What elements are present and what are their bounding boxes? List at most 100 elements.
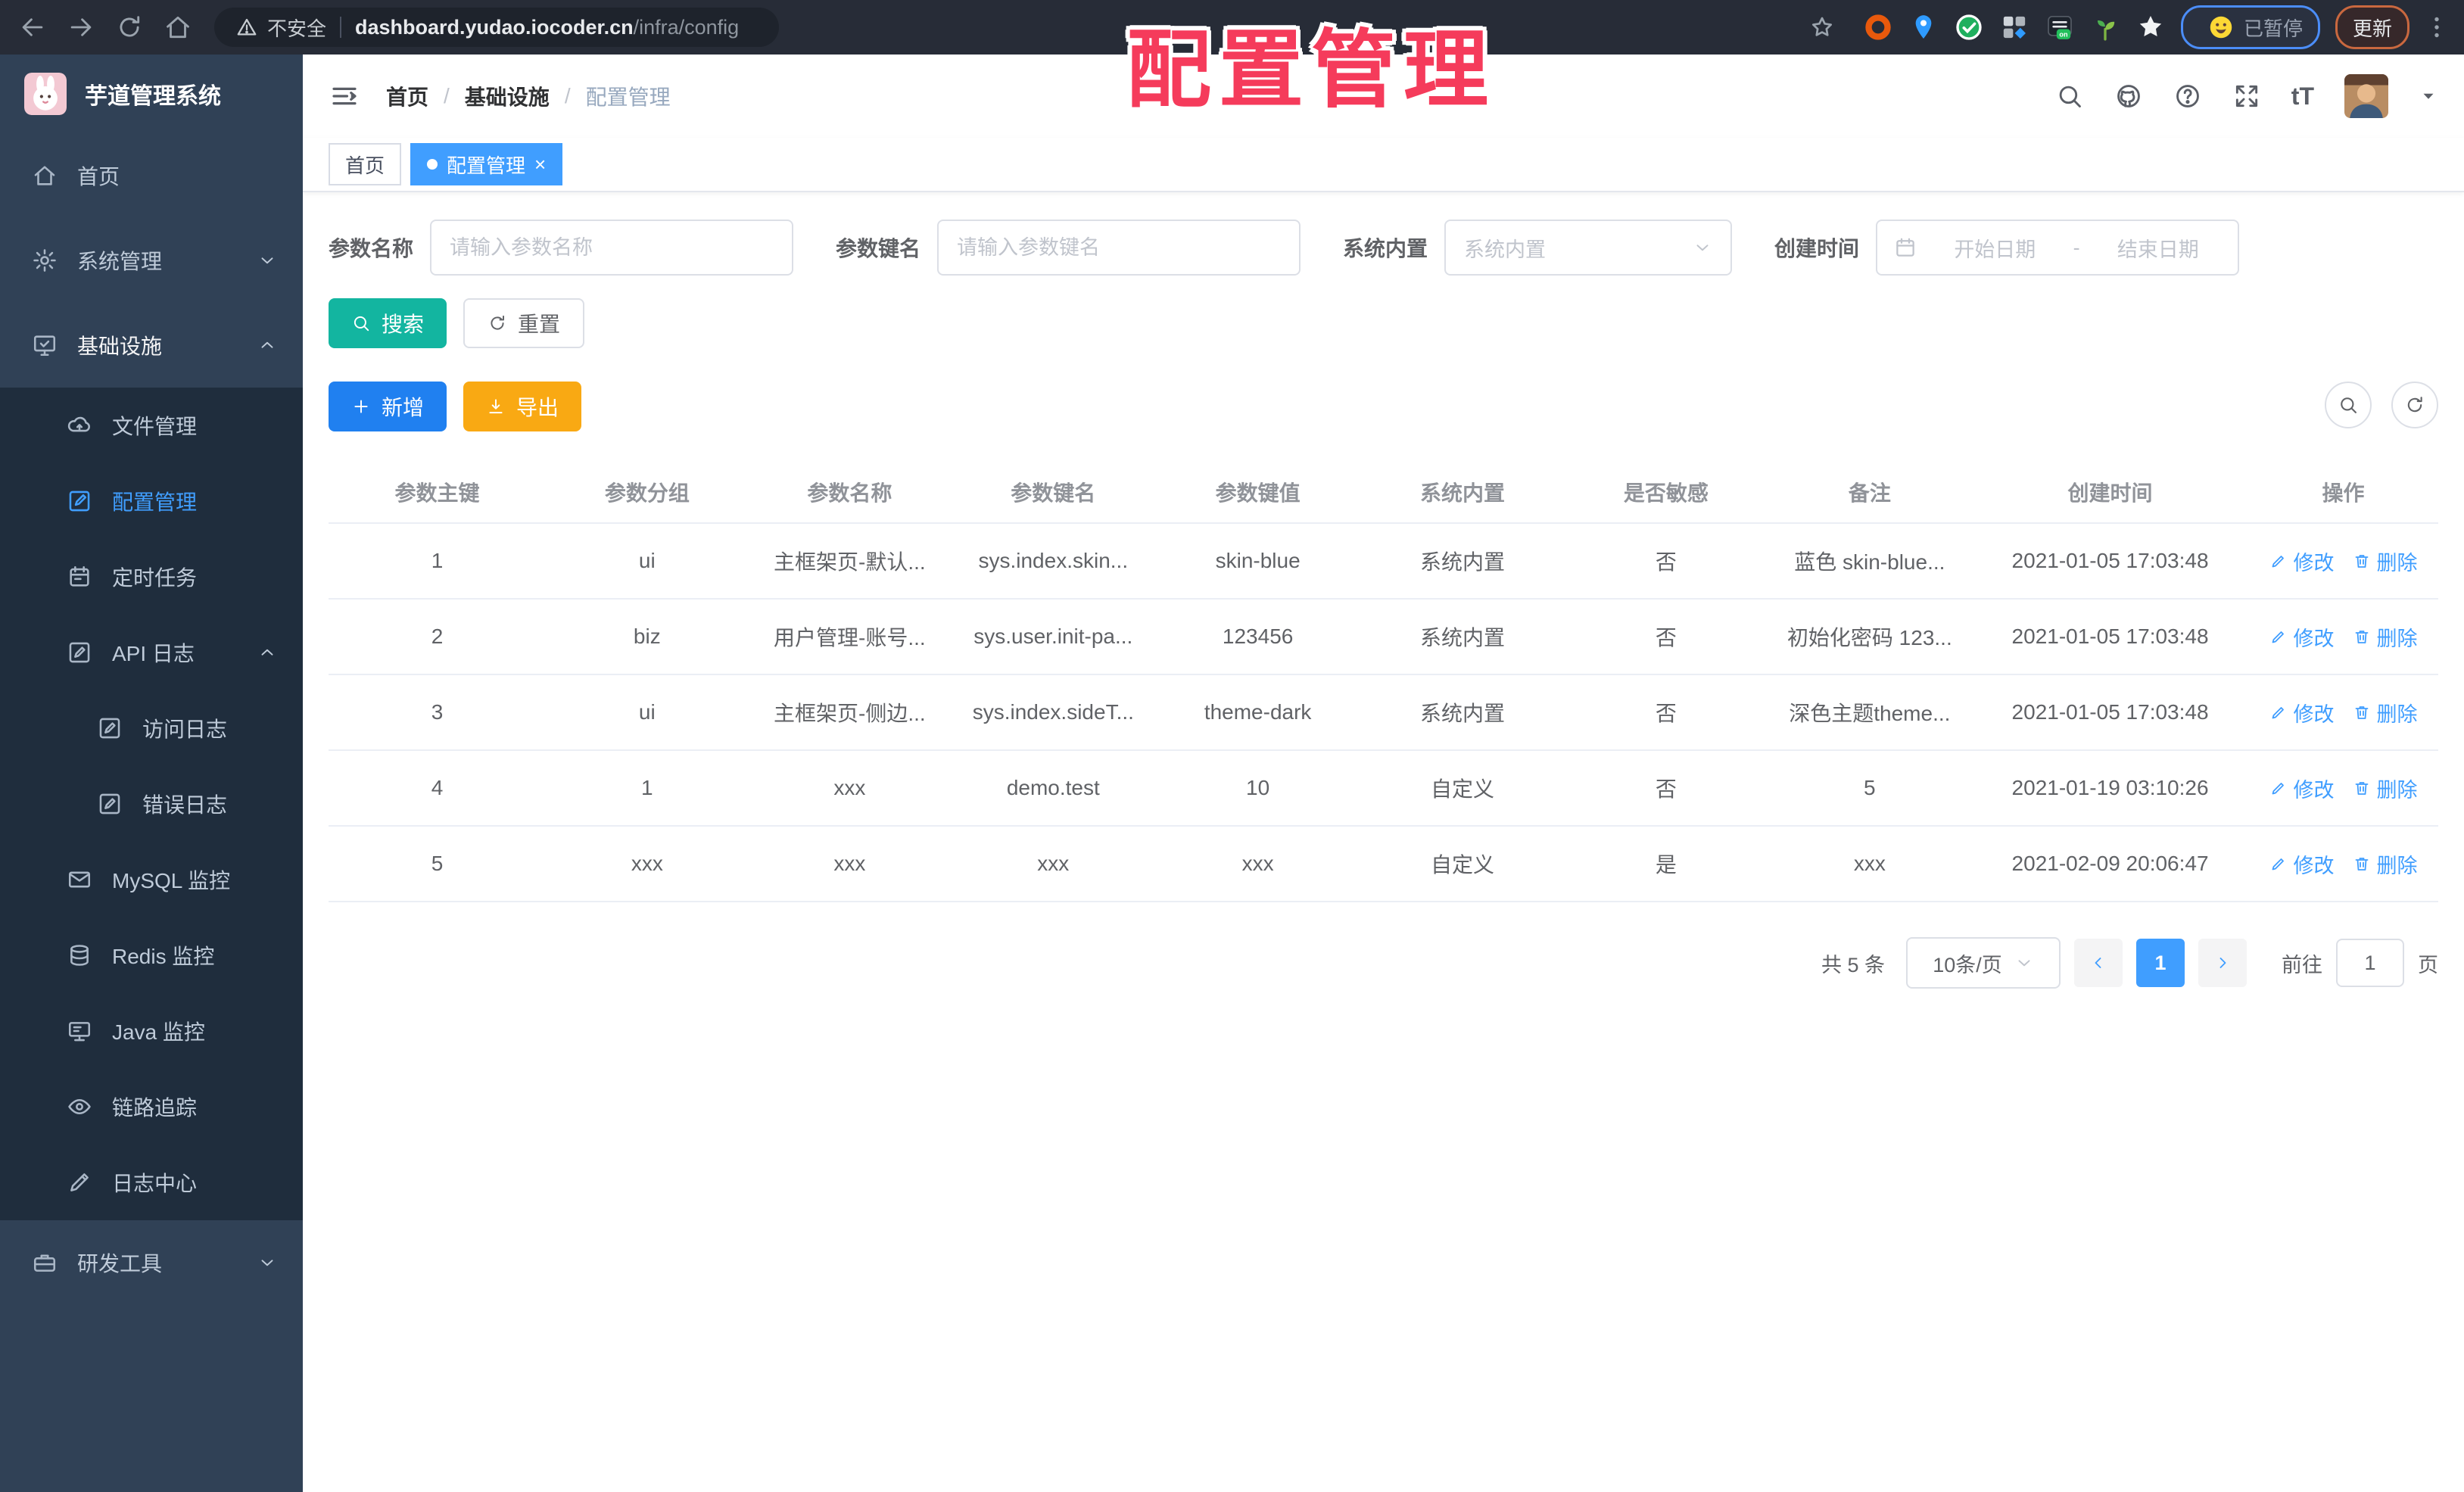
column-header: 参数主键 <box>329 462 547 524</box>
sidebar-item-label: 配置管理 <box>112 491 198 514</box>
table-cell: 主框架页-默认... <box>748 523 952 600</box>
delete-link[interactable]: 删除 <box>2353 547 2418 576</box>
address-bar[interactable]: 不安全 dashboard.yudao.iocoder.cn /infra/co… <box>214 8 779 47</box>
filter-form: 参数名称 参数键名 系统内置 系统内置 创建时间 开始日期 - <box>329 220 2438 276</box>
sidebar-item[interactable]: 链路追踪 <box>0 1069 303 1145</box>
reset-button[interactable]: 重置 <box>463 298 585 348</box>
sidebar-item[interactable]: MySQL 监控 <box>0 842 303 917</box>
table-cell: 初始化密码 123... <box>1767 599 1972 675</box>
table-cell: 蓝色 skin-blue... <box>1767 523 1972 600</box>
table-cell: ui <box>546 523 749 600</box>
browser-back-icon[interactable] <box>18 13 47 42</box>
avatar-caret-down-icon[interactable] <box>2419 86 2438 106</box>
prev-page-button[interactable] <box>2074 939 2123 987</box>
search-icon[interactable] <box>2055 82 2084 111</box>
sidebar-item[interactable]: Redis 监控 <box>0 917 303 993</box>
chevron-down-icon <box>2014 953 2034 973</box>
table-row: 5 xxx xxx xxx xxx 自定义是 xxx 2021-02-09 20:06:47 修… <box>329 826 2438 902</box>
column-header: 系统内置 <box>1360 462 1565 524</box>
sidebar-item[interactable]: 定时任务 <box>0 539 303 615</box>
browser-forward-icon[interactable] <box>67 13 95 42</box>
fullscreen-icon[interactable] <box>2232 82 2261 111</box>
chevron-up-icon <box>257 643 277 662</box>
help-icon[interactable] <box>2173 82 2202 111</box>
sidebar-item[interactable]: 研发工具 <box>0 1220 303 1305</box>
font-size-icon[interactable]: tT <box>2291 84 2314 108</box>
table-cell: xxx <box>748 826 952 902</box>
edit-link[interactable]: 修改 <box>2269 849 2335 879</box>
chevron-left-icon <box>2089 954 2107 972</box>
sidebar-item-label: 文件管理 <box>112 415 198 438</box>
date-separator: - <box>2073 235 2080 259</box>
table-cell: 系统内置 <box>1360 599 1565 675</box>
browser-menu-dots-icon[interactable] <box>2423 14 2450 41</box>
current-page-button[interactable]: 1 <box>2136 939 2185 987</box>
delete-link[interactable]: 删除 <box>2353 622 2418 652</box>
delete-link[interactable]: 删除 <box>2353 849 2418 879</box>
browser-home-icon[interactable] <box>164 13 192 42</box>
edit-link[interactable]: 修改 <box>2269 622 2335 652</box>
extension-white-star-icon[interactable] <box>2135 12 2166 42</box>
date-range-picker[interactable]: 开始日期 - 结束日期 <box>1876 220 2240 276</box>
page-size-select[interactable]: 10条/页 <box>1906 937 2061 989</box>
home-icon <box>32 163 58 188</box>
breadcrumb-item[interactable]: 首页 <box>386 81 428 111</box>
table-cell: 用户管理-账号... <box>748 599 952 675</box>
sidebar-item-label: 链路追踪 <box>112 1096 198 1120</box>
table-cell: xxx <box>748 750 952 827</box>
refresh-table-button[interactable] <box>2391 382 2438 428</box>
paused-extension-badge[interactable]: 已暂停 <box>2180 5 2320 49</box>
export-button[interactable]: 导出 <box>463 382 582 431</box>
next-page-button[interactable] <box>2198 939 2247 987</box>
delete-link[interactable]: 删除 <box>2353 698 2418 727</box>
menu-fold-icon[interactable] <box>329 80 360 112</box>
extension-green-check-icon[interactable] <box>1954 12 1984 42</box>
goto-page-input[interactable] <box>2336 939 2404 987</box>
add-button[interactable]: 新增 <box>329 382 447 431</box>
sidebar-item[interactable]: 日志中心 <box>0 1145 303 1220</box>
tab-item[interactable]: 首页 <box>329 143 402 185</box>
table-cell: 自定义 <box>1360 750 1565 827</box>
delete-link[interactable]: 删除 <box>2353 774 2418 803</box>
url-host: dashboard.yudao.iocoder.cn <box>355 15 634 39</box>
table-cell: 系统内置 <box>1360 523 1565 600</box>
sidebar-item[interactable]: Java 监控 <box>0 993 303 1069</box>
github-icon[interactable] <box>2114 82 2143 111</box>
table-cell: 2021-01-19 03:10:26 <box>1972 750 2249 827</box>
column-header: 参数名称 <box>748 462 952 524</box>
browser-reload-icon[interactable] <box>115 13 144 42</box>
avatar[interactable] <box>2344 74 2388 118</box>
table-cell: sys.index.skin... <box>951 523 1156 600</box>
param-key-input[interactable] <box>937 220 1301 276</box>
sidebar-item[interactable]: 错误日志 <box>0 766 303 842</box>
sidebar-item-label: MySQL 监控 <box>112 869 231 892</box>
search-button[interactable]: 搜索 <box>329 298 447 348</box>
sidebar-item[interactable]: 配置管理 <box>0 463 303 539</box>
toggle-search-button[interactable] <box>2325 382 2372 428</box>
page-suffix: 页 <box>2418 953 2438 976</box>
breadcrumb-item[interactable]: 基础设施 <box>465 81 550 111</box>
edit-link[interactable]: 修改 <box>2269 774 2335 803</box>
close-icon[interactable]: × <box>534 154 546 174</box>
extension-grid-icon[interactable] <box>1999 12 2029 42</box>
param-name-input[interactable] <box>430 220 794 276</box>
extension-orange-ring-icon[interactable] <box>1863 12 1893 42</box>
sidebar-item[interactable]: 文件管理 <box>0 388 303 463</box>
extension-pin-icon[interactable] <box>1908 12 1939 42</box>
tab-active[interactable]: 配置管理 × <box>410 143 563 185</box>
builtin-select[interactable]: 系统内置 <box>1444 220 1733 276</box>
browser-update-button[interactable]: 更新 <box>2335 5 2409 49</box>
sidebar-item[interactable]: 首页 <box>0 133 303 218</box>
url-path: /infra/config <box>633 15 740 39</box>
edit-link[interactable]: 修改 <box>2269 698 2335 727</box>
sidebar-item[interactable]: 基础设施 <box>0 303 303 388</box>
edit-link[interactable]: 修改 <box>2269 547 2335 576</box>
actions-cell: 修改 删除 <box>2248 523 2438 600</box>
extension-list-on-icon[interactable]: on <box>2045 12 2075 42</box>
table-cell: xxx <box>1767 826 1972 902</box>
sidebar-item[interactable]: API 日志 <box>0 615 303 690</box>
extension-sprout-icon[interactable] <box>2090 12 2120 42</box>
sidebar-item[interactable]: 系统管理 <box>0 218 303 303</box>
bookmark-star-icon[interactable] <box>1808 14 1836 41</box>
sidebar-item[interactable]: 访问日志 <box>0 690 303 766</box>
